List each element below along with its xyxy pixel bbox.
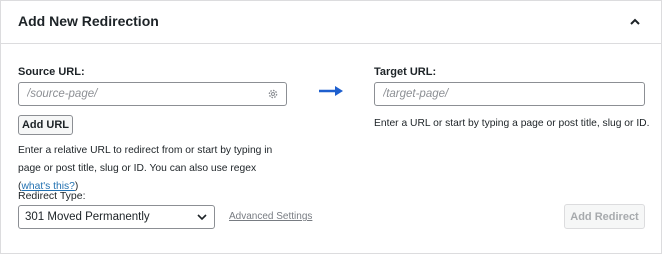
source-url-label: Source URL: [18,66,85,78]
add-redirect-button[interactable]: Add Redirect [564,204,645,229]
arrow-right-icon [319,86,343,96]
source-url-input[interactable] [18,82,287,106]
advanced-settings-link[interactable]: Advanced Settings [229,211,312,222]
panel-title: Add New Redirection [18,13,159,29]
target-url-input[interactable] [374,82,645,106]
redirect-type-value: 301 Moved Permanently [25,211,150,223]
chevron-up-icon[interactable] [625,12,645,32]
add-redirection-panel: Add New Redirection Source URL: Add URL … [0,0,662,254]
redirect-type-select[interactable]: 301 Moved Permanently [18,205,215,229]
chevron-down-icon [197,214,207,221]
add-url-button[interactable]: Add URL [18,115,73,135]
panel-header: Add New Redirection [1,1,661,44]
source-help-text: Enter a relative URL to redirect from or… [18,142,288,196]
target-help-text: Enter a URL or start by typing a page or… [374,118,650,129]
gear-icon[interactable] [267,88,279,100]
redirect-type-label: Redirect Type: [18,190,86,202]
target-url-label: Target URL: [374,66,437,78]
